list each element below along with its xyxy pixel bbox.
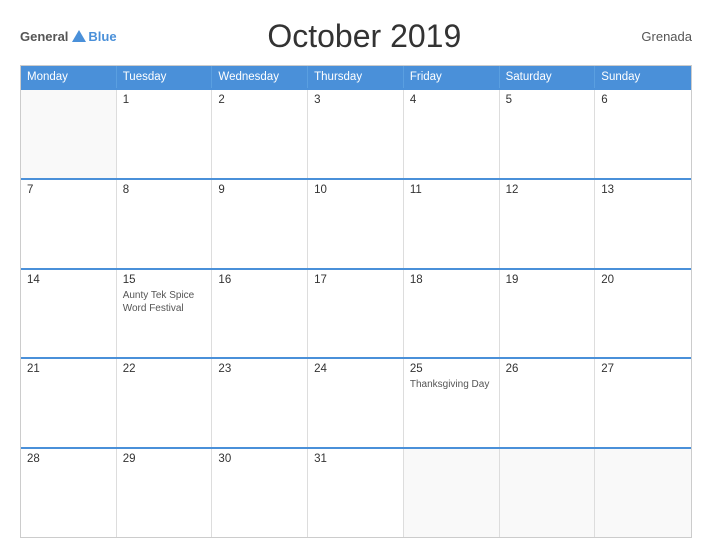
calendar-cell: 22 [117, 359, 213, 447]
calendar-cell: 2 [212, 90, 308, 178]
day-number: 10 [314, 184, 397, 196]
calendar-cell: 19 [500, 270, 596, 358]
calendar-body: 123456789101112131415Aunty Tek Spice Wor… [21, 88, 691, 537]
day-number: 25 [410, 363, 493, 375]
logo-triangle-icon [72, 30, 86, 42]
calendar: MondayTuesdayWednesdayThursdayFridaySatu… [20, 65, 692, 538]
day-number: 24 [314, 363, 397, 375]
calendar-cell: 13 [595, 180, 691, 268]
calendar-cell: 30 [212, 449, 308, 537]
calendar-cell [404, 449, 500, 537]
day-number: 16 [218, 274, 301, 286]
day-number: 12 [506, 184, 589, 196]
calendar-cell: 12 [500, 180, 596, 268]
day-header-friday: Friday [404, 66, 500, 88]
day-number: 3 [314, 94, 397, 106]
day-number: 22 [123, 363, 206, 375]
calendar-cell: 8 [117, 180, 213, 268]
calendar-cell: 26 [500, 359, 596, 447]
calendar-cell: 29 [117, 449, 213, 537]
day-header-monday: Monday [21, 66, 117, 88]
calendar-cell: 1 [117, 90, 213, 178]
day-number: 28 [27, 453, 110, 465]
day-number: 17 [314, 274, 397, 286]
calendar-week-4: 21 22 23 24 25 Thanksgiving Day 26 27 [21, 357, 691, 447]
calendar-cell [595, 449, 691, 537]
day-number: 19 [506, 274, 589, 286]
day-number: 14 [27, 274, 110, 286]
calendar-cell: 5 [500, 90, 596, 178]
day-header-wednesday: Wednesday [212, 66, 308, 88]
calendar-cell: 21 [21, 359, 117, 447]
day-number: 7 [27, 184, 110, 196]
day-number: 15 [123, 274, 206, 286]
day-number: 6 [601, 94, 685, 106]
logo-blue: Blue [88, 29, 116, 44]
calendar-cell: 24 [308, 359, 404, 447]
day-number: 21 [27, 363, 110, 375]
calendar-week-3: 14 15 Aunty Tek Spice Word Festival 16 17 18 1… [21, 268, 691, 358]
calendar-week-5: 28 29 30 31 [21, 447, 691, 537]
calendar-event: Aunty Tek Spice Word Festival [123, 289, 206, 315]
calendar-cell: 17 [308, 270, 404, 358]
calendar-cell: 3 [308, 90, 404, 178]
calendar-cell: 18 [404, 270, 500, 358]
day-number: 18 [410, 274, 493, 286]
month-title: October 2019 [117, 18, 612, 55]
logo-general: General [20, 29, 68, 44]
calendar-cell: 14 [21, 270, 117, 358]
calendar-header: MondayTuesdayWednesdayThursdayFridaySatu… [21, 66, 691, 88]
calendar-cell: 4 [404, 90, 500, 178]
logo: General Blue [20, 29, 117, 44]
calendar-cell: 23 [212, 359, 308, 447]
day-number: 30 [218, 453, 301, 465]
day-number: 4 [410, 94, 493, 106]
day-number: 26 [506, 363, 589, 375]
calendar-cell [21, 90, 117, 178]
day-header-thursday: Thursday [308, 66, 404, 88]
day-number: 20 [601, 274, 685, 286]
calendar-cell: 16 [212, 270, 308, 358]
calendar-cell: 11 [404, 180, 500, 268]
calendar-cell: 6 [595, 90, 691, 178]
page: General Blue October 2019 Grenada Monday… [0, 0, 712, 550]
day-number: 1 [123, 94, 206, 106]
day-header-sunday: Sunday [595, 66, 691, 88]
day-header-tuesday: Tuesday [117, 66, 213, 88]
day-number: 5 [506, 94, 589, 106]
day-number: 29 [123, 453, 206, 465]
calendar-cell: 28 [21, 449, 117, 537]
calendar-week-1: 123456 [21, 88, 691, 178]
day-number: 13 [601, 184, 685, 196]
day-number: 31 [314, 453, 397, 465]
calendar-cell: 20 [595, 270, 691, 358]
calendar-cell: 25 Thanksgiving Day [404, 359, 500, 447]
day-number: 27 [601, 363, 685, 375]
day-number: 11 [410, 184, 493, 196]
calendar-cell [500, 449, 596, 537]
calendar-cell: 9 [212, 180, 308, 268]
day-number: 2 [218, 94, 301, 106]
calendar-cell: 10 [308, 180, 404, 268]
header: General Blue October 2019 Grenada [20, 18, 692, 55]
day-header-saturday: Saturday [500, 66, 596, 88]
day-number: 23 [218, 363, 301, 375]
calendar-cell: 7 [21, 180, 117, 268]
calendar-event: Thanksgiving Day [410, 378, 493, 391]
calendar-week-2: 7 89 10 11 12 13 [21, 178, 691, 268]
calendar-cell: 15 Aunty Tek Spice Word Festival [117, 270, 213, 358]
day-number: 8 [123, 184, 206, 196]
calendar-cell: 27 [595, 359, 691, 447]
country-label: Grenada [612, 29, 692, 44]
calendar-cell: 31 [308, 449, 404, 537]
day-number: 9 [218, 184, 301, 196]
